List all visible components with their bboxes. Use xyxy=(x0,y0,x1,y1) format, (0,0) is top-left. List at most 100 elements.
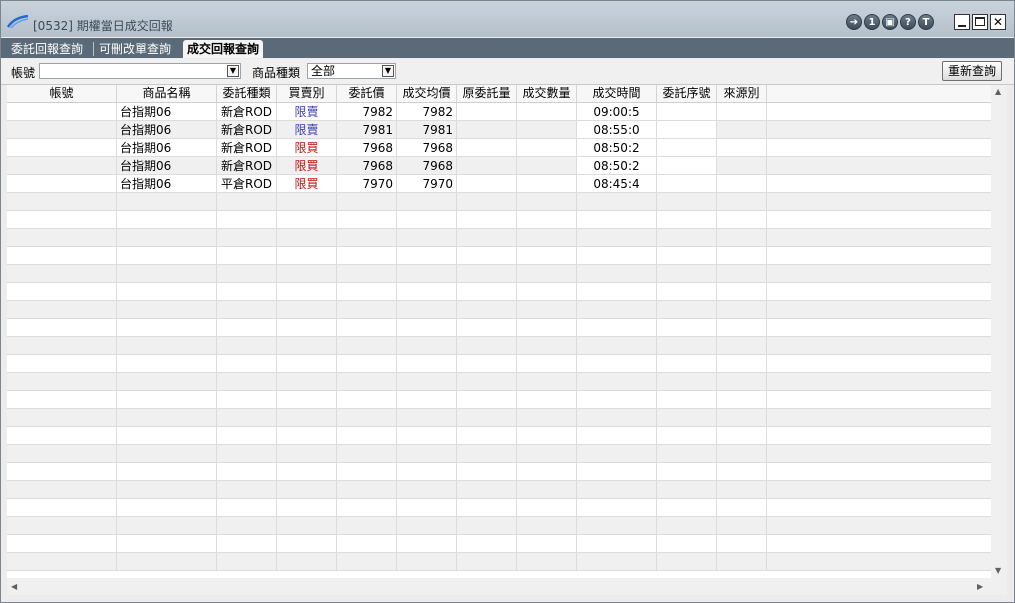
cell-filler xyxy=(767,553,991,571)
cell-side xyxy=(277,283,337,301)
help-icon[interactable]: ? xyxy=(900,14,916,30)
requery-button[interactable]: 重新查詢 xyxy=(942,61,1002,81)
cell-filler xyxy=(767,517,991,535)
cell-order-no xyxy=(657,535,717,553)
cell-order-no xyxy=(657,247,717,265)
table-row[interactable] xyxy=(7,373,991,391)
table-row[interactable] xyxy=(7,355,991,373)
column-header-side[interactable]: 買賣別 xyxy=(277,85,337,102)
export-icon[interactable]: ➔ xyxy=(846,14,862,30)
vertical-scrollbar[interactable]: ▲ ▼ xyxy=(991,85,1007,578)
cell-side xyxy=(277,481,337,499)
column-header-product-name[interactable]: 商品名稱 xyxy=(117,85,217,102)
close-button[interactable]: ✕ xyxy=(990,14,1006,30)
table-row[interactable] xyxy=(7,445,991,463)
cell-order-no xyxy=(657,409,717,427)
cell-filler xyxy=(767,265,991,283)
table-row[interactable] xyxy=(7,499,991,517)
cell-trade-time xyxy=(577,337,657,355)
column-header-avg-price[interactable]: 成交均價 xyxy=(397,85,457,102)
cell-orig-qty xyxy=(457,391,517,409)
cell-order-type xyxy=(217,211,277,229)
minimize-button[interactable] xyxy=(954,14,970,30)
scroll-right-icon[interactable]: ▶ xyxy=(977,582,983,591)
table-row[interactable] xyxy=(7,517,991,535)
column-header-order-price[interactable]: 委託價 xyxy=(337,85,397,102)
table-row[interactable] xyxy=(7,463,991,481)
table-row[interactable] xyxy=(7,391,991,409)
table-row[interactable] xyxy=(7,535,991,553)
column-header-source[interactable]: 來源別 xyxy=(717,85,767,102)
table-row[interactable] xyxy=(7,265,991,283)
table-row[interactable] xyxy=(7,427,991,445)
cell-product-name xyxy=(117,553,217,571)
tab-modifiable-orders[interactable]: 可刪改單查詢 xyxy=(95,40,175,58)
column-header-trade-time[interactable]: 成交時間 xyxy=(577,85,657,102)
product-type-select[interactable]: 全部 ▼ xyxy=(307,63,396,79)
scroll-down-icon[interactable]: ▼ xyxy=(995,566,1001,575)
cell-filler xyxy=(767,121,991,139)
column-header-account[interactable]: 帳號 xyxy=(7,85,117,102)
table-row[interactable] xyxy=(7,409,991,427)
column-header-order-type[interactable]: 委託種類 xyxy=(217,85,277,102)
cell-side xyxy=(277,229,337,247)
account-select[interactable]: ▼ xyxy=(39,63,241,79)
cell-product-name xyxy=(117,373,217,391)
tab-order-report[interactable]: 委託回報查詢 xyxy=(7,40,87,58)
cell-source xyxy=(717,553,767,571)
cell-trade-time: 08:50:2 xyxy=(577,139,657,157)
cell-side: 限賣 xyxy=(277,121,337,139)
tab-trade-report[interactable]: 成交回報查詢 xyxy=(183,40,264,58)
cell-order-price xyxy=(337,337,397,355)
cell-trade-time xyxy=(577,499,657,517)
chevron-down-icon[interactable]: ▼ xyxy=(227,65,239,77)
cell-avg-price xyxy=(397,409,457,427)
cell-orig-qty xyxy=(457,301,517,319)
cell-account xyxy=(7,517,117,535)
cell-source xyxy=(717,301,767,319)
table-row[interactable] xyxy=(7,229,991,247)
cell-product-name xyxy=(117,535,217,553)
chevron-down-icon[interactable]: ▼ xyxy=(382,65,394,77)
cell-product-name xyxy=(117,211,217,229)
table-row[interactable] xyxy=(7,319,991,337)
scroll-left-icon[interactable]: ◀ xyxy=(11,582,17,591)
table-row[interactable] xyxy=(7,481,991,499)
cell-side xyxy=(277,355,337,373)
cell-avg-price xyxy=(397,445,457,463)
cell-avg-price xyxy=(397,319,457,337)
column-header-order-no[interactable]: 委託序號 xyxy=(657,85,717,102)
table-row[interactable] xyxy=(7,301,991,319)
cell-order-type: 新倉ROD xyxy=(217,103,277,121)
cell-order-price xyxy=(337,265,397,283)
table-row[interactable] xyxy=(7,283,991,301)
title-bar[interactable]: [0532] 期權當日成交回報 ➔ 1 ▣? T ✕ xyxy=(1,1,1014,37)
table-row[interactable] xyxy=(7,337,991,355)
cell-order-type xyxy=(217,337,277,355)
column-header-filled-qty[interactable]: 成交數量 xyxy=(517,85,577,102)
cell-account xyxy=(7,265,117,283)
print-icon[interactable]: ▣ xyxy=(882,14,898,30)
cell-side xyxy=(277,445,337,463)
t-icon[interactable]: T xyxy=(918,14,934,30)
scroll-up-icon[interactable]: ▲ xyxy=(995,87,1001,96)
table-row[interactable]: 台指期06 新倉ROD 限賣 7982 7982 09:00:5 xyxy=(7,103,991,121)
table-row[interactable] xyxy=(7,193,991,211)
resize-grip-icon[interactable] xyxy=(991,578,1007,595)
table-row[interactable] xyxy=(7,553,991,571)
table-row[interactable]: 台指期06 平倉ROD 限買 7970 7970 08:45:4 xyxy=(7,175,991,193)
table-row[interactable]: 台指期06 新倉ROD 限買 7968 7968 08:50:2 xyxy=(7,139,991,157)
horizontal-scrollbar[interactable]: ◀ ▶ xyxy=(7,578,991,595)
table-row[interactable] xyxy=(7,211,991,229)
titlebar-tools: ➔ 1 ▣? T xyxy=(846,14,934,30)
column-header-orig-qty[interactable]: 原委託量 xyxy=(457,85,517,102)
table-row[interactable]: 台指期06 新倉ROD 限買 7968 7968 08:50:2 xyxy=(7,157,991,175)
maximize-button[interactable] xyxy=(972,14,988,30)
cell-account xyxy=(7,535,117,553)
table-row[interactable]: 台指期06 新倉ROD 限賣 7981 7981 08:55:0 xyxy=(7,121,991,139)
cell-filled-qty xyxy=(517,553,577,571)
table-row[interactable] xyxy=(7,247,991,265)
one-icon[interactable]: 1 xyxy=(864,14,880,30)
cell-order-type xyxy=(217,391,277,409)
cell-order-price xyxy=(337,463,397,481)
